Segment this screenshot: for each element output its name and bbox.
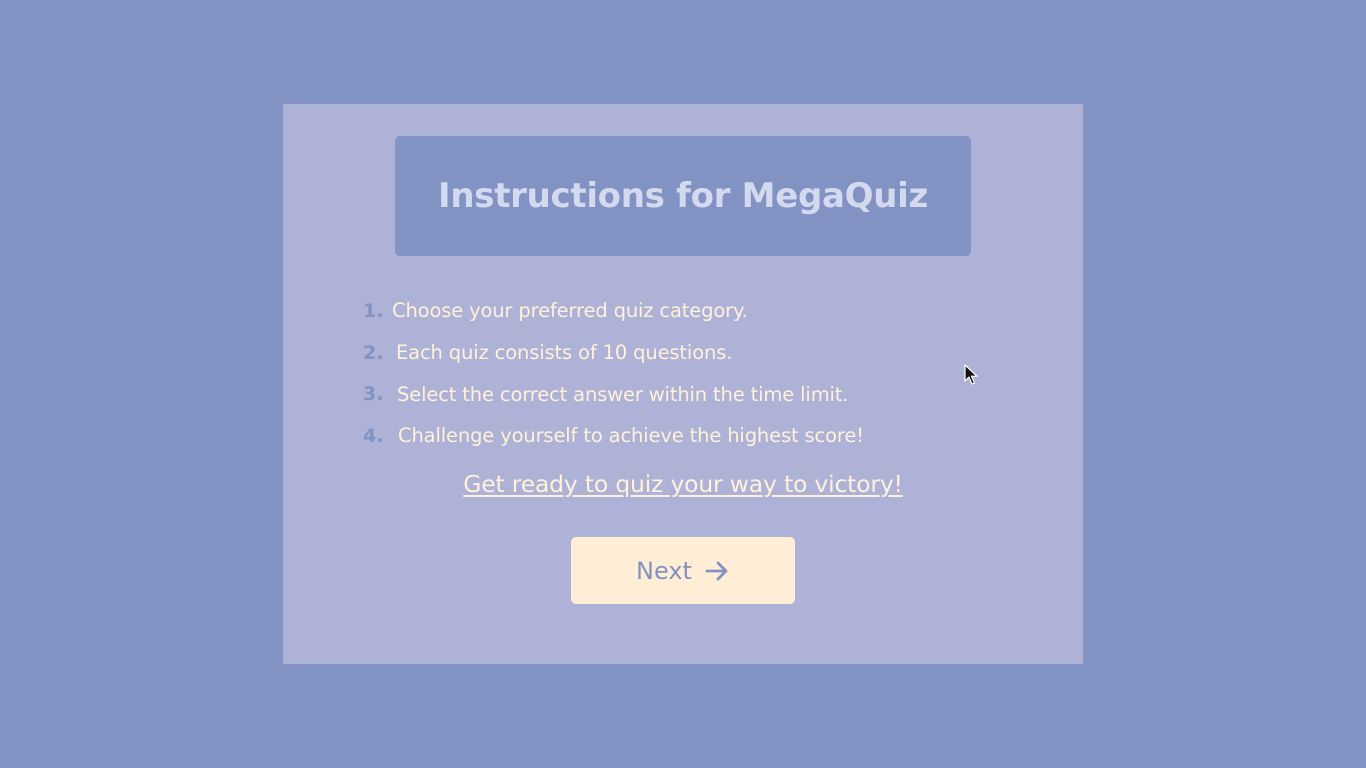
instruction-text: Select the correct answer within the tim…: [397, 382, 849, 406]
instruction-number: 4.: [363, 424, 384, 447]
instruction-item: 4. Challenge yourself to achieve the hig…: [363, 415, 864, 457]
page: Instructions for MegaQuiz 1. Choose your…: [0, 0, 1366, 768]
instructions-card: Instructions for MegaQuiz 1. Choose your…: [283, 104, 1083, 664]
instruction-number: 2.: [363, 341, 384, 364]
instruction-number: 3.: [363, 383, 384, 406]
instruction-list: 1. Choose your preferred quiz category. …: [363, 290, 864, 457]
page-title: Instructions for MegaQuiz: [438, 176, 928, 216]
instruction-text: Challenge yourself to achieve the highes…: [398, 424, 864, 448]
instruction-text: Each quiz consists of 10 questions.: [396, 341, 733, 365]
mouse-cursor-icon: [964, 364, 978, 386]
next-button[interactable]: Next: [571, 537, 795, 604]
instruction-number: 1.: [363, 299, 384, 322]
next-button-label: Next: [636, 556, 692, 585]
instruction-text: Choose your preferred quiz category.: [392, 299, 748, 323]
title-banner: Instructions for MegaQuiz: [395, 136, 971, 256]
instruction-item: 1. Choose your preferred quiz category.: [363, 290, 864, 332]
instruction-item: 2. Each quiz consists of 10 questions.: [363, 332, 864, 374]
arrow-right-icon: [704, 558, 730, 584]
tagline-link[interactable]: Get ready to quiz your way to victory!: [283, 470, 1083, 498]
instruction-item: 3. Select the correct answer within the …: [363, 373, 864, 415]
